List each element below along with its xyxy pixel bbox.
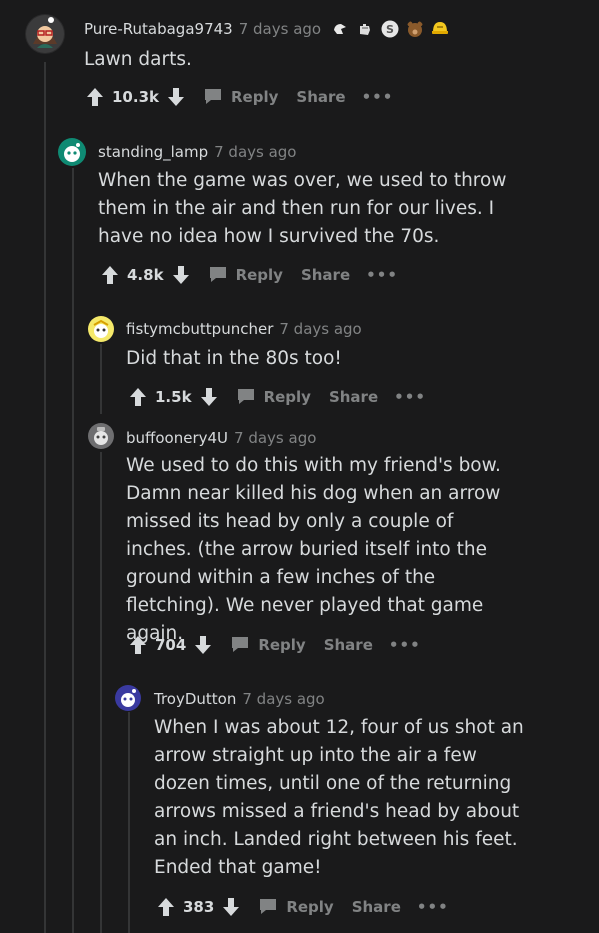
thread-line[interactable]: [100, 344, 102, 414]
more-options-button[interactable]: •••: [389, 636, 421, 654]
more-options-button[interactable]: •••: [417, 898, 449, 916]
hand-award-icon[interactable]: [356, 20, 374, 38]
downvote-icon[interactable]: [222, 897, 240, 917]
share-label: Share: [296, 88, 346, 106]
downvote-icon[interactable]: [194, 635, 212, 655]
comment-body: Lawn darts.: [84, 49, 192, 70]
upvote-icon[interactable]: [129, 387, 147, 407]
reply-button[interactable]: Reply: [258, 898, 334, 916]
reply-label: Reply: [235, 266, 283, 284]
timestamp[interactable]: 7 days ago: [239, 20, 321, 38]
silver-coin-award-icon[interactable]: S: [381, 20, 399, 38]
upvote-icon[interactable]: [101, 265, 119, 285]
share-button[interactable]: Share: [329, 388, 378, 406]
svg-text:S: S: [386, 23, 394, 36]
comment-actions: 1.5k Reply Share •••: [129, 387, 426, 407]
avatar[interactable]: [58, 138, 86, 166]
comment-meta: fistymcbuttpuncher 7 days ago: [126, 320, 362, 338]
bear-award-icon[interactable]: [406, 20, 424, 38]
comment-meta: TroyDutton 7 days ago: [154, 690, 325, 708]
reply-label: Reply: [258, 636, 306, 654]
avatar[interactable]: [25, 14, 65, 54]
upvote-icon[interactable]: [129, 635, 147, 655]
downvote-icon[interactable]: [200, 387, 218, 407]
share-label: Share: [328, 388, 379, 406]
thread-line[interactable]: [128, 712, 130, 933]
downvote-icon[interactable]: [167, 87, 185, 107]
comment-meta: standing_lamp 7 days ago: [98, 143, 297, 161]
more-options-button[interactable]: •••: [394, 388, 426, 406]
comment-body: We used to do this with my friend's bow.…: [126, 455, 501, 644]
timestamp[interactable]: 7 days ago: [279, 320, 361, 338]
vote-score: 383: [183, 898, 215, 916]
thread-line[interactable]: [72, 168, 74, 933]
avatar[interactable]: [88, 423, 114, 449]
upvote-icon[interactable]: [157, 897, 175, 917]
comment-actions: 10.3k Reply Share •••: [86, 87, 393, 107]
username[interactable]: Pure-Rutabaga9743: [84, 20, 233, 38]
timestamp[interactable]: 7 days ago: [242, 690, 324, 708]
comment-body: Did that in the 80s too!: [126, 348, 342, 369]
username[interactable]: fistymcbuttpuncher: [126, 320, 273, 338]
more-options-button[interactable]: •••: [362, 88, 394, 106]
comment-meta: buffoonery4U 7 days ago: [126, 429, 316, 447]
share-button[interactable]: Share: [301, 266, 350, 284]
share-button[interactable]: Share: [296, 88, 345, 106]
thread-line[interactable]: [100, 452, 102, 933]
reply-icon: [260, 899, 277, 914]
reply-button[interactable]: Reply: [230, 636, 306, 654]
vote-score: 704: [155, 636, 187, 654]
reply-label: Reply: [286, 898, 334, 916]
comment-meta: Pure-Rutabaga9743 7 days ago S: [84, 20, 449, 38]
comment-body: When the game was over, we used to throw…: [98, 170, 507, 247]
reply-button[interactable]: Reply: [203, 88, 278, 106]
more-options-button[interactable]: •••: [366, 266, 398, 284]
comment-body: When I was about 12, four of us shot an …: [154, 717, 524, 878]
thread-line[interactable]: [44, 62, 46, 933]
downvote-icon[interactable]: [172, 265, 190, 285]
username[interactable]: buffoonery4U: [126, 429, 228, 447]
vote-score: 10.3k: [112, 88, 159, 106]
comment-actions: 383 Reply Share •••: [157, 897, 449, 917]
share-label: Share: [351, 898, 401, 916]
reply-button[interactable]: Reply: [208, 266, 283, 284]
comment-actions: 704 Reply Share •••: [129, 635, 421, 655]
reply-icon: [209, 267, 226, 282]
upvote-icon[interactable]: [86, 87, 104, 107]
awards[interactable]: S: [331, 20, 449, 38]
vote-score: 1.5k: [155, 388, 192, 406]
avatar[interactable]: [115, 685, 141, 711]
share-button[interactable]: Share: [352, 898, 401, 916]
reply-label: Reply: [231, 88, 279, 106]
reply-label: Reply: [263, 388, 311, 406]
reply-icon: [205, 89, 221, 104]
share-label: Share: [323, 636, 373, 654]
vote-score: 4.8k: [127, 266, 164, 284]
share-label: Share: [300, 266, 351, 284]
gold-helmet-award-icon[interactable]: [431, 20, 449, 38]
avatar[interactable]: [88, 316, 114, 342]
username[interactable]: standing_lamp: [98, 143, 208, 161]
share-button[interactable]: Share: [324, 636, 373, 654]
comment-actions: 4.8k Reply Share •••: [101, 265, 398, 285]
timestamp[interactable]: 7 days ago: [214, 143, 296, 161]
reply-button[interactable]: Reply: [236, 388, 311, 406]
reply-icon: [232, 637, 249, 652]
username[interactable]: TroyDutton: [154, 690, 236, 708]
white-glove-award-icon[interactable]: [331, 20, 349, 38]
timestamp[interactable]: 7 days ago: [234, 429, 316, 447]
reply-icon: [237, 389, 254, 404]
